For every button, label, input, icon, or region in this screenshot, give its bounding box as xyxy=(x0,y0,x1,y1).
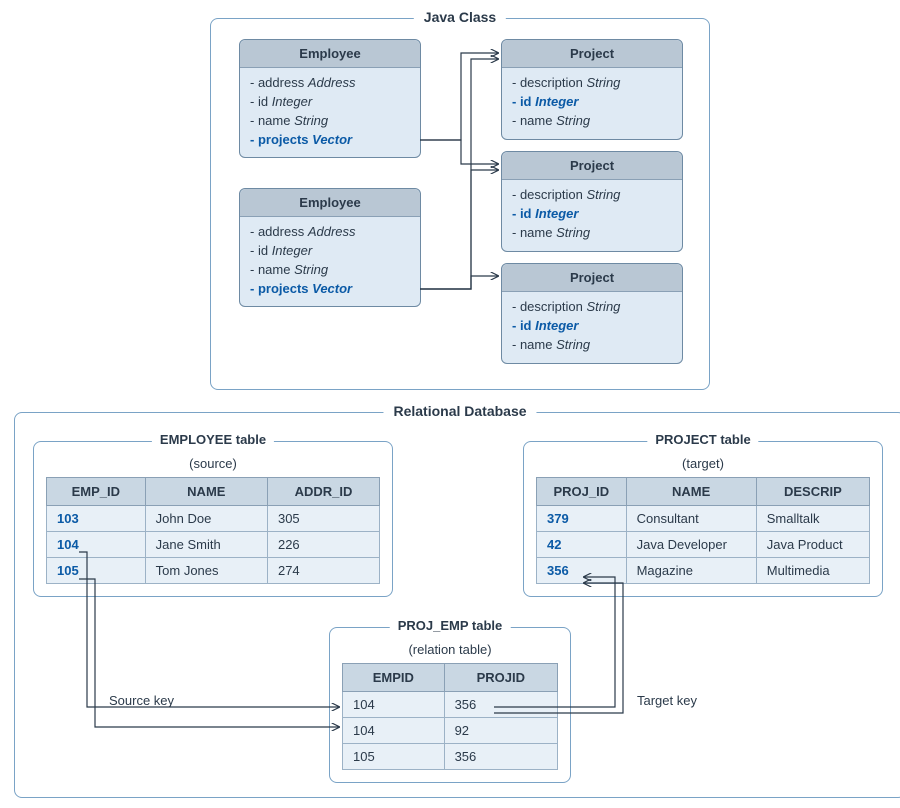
table-row: 105 Tom Jones 274 xyxy=(47,558,380,584)
class-attr: - description String xyxy=(512,74,672,93)
cell: 92 xyxy=(444,718,557,744)
java-class-panel-title: Java Class xyxy=(414,9,506,25)
cell: Smalltalk xyxy=(756,506,869,532)
cell-key: 356 xyxy=(537,558,627,584)
table-row: 104 356 xyxy=(343,692,558,718)
cell: 356 xyxy=(444,744,557,770)
cell: Consultant xyxy=(626,506,756,532)
cell: 104 xyxy=(343,718,445,744)
table-row: 379 Consultant Smalltalk xyxy=(537,506,870,532)
source-key-label: Source key xyxy=(109,693,174,708)
cell-key: 42 xyxy=(537,532,627,558)
class-title: Project xyxy=(502,264,682,292)
class-title: Employee xyxy=(240,189,420,217)
projemp-table-panel: PROJ_EMP table (relation table) EMPID PR… xyxy=(329,627,571,783)
class-attr: - name String xyxy=(512,336,672,355)
class-attr: - name String xyxy=(250,261,410,280)
cell: 274 xyxy=(267,558,379,584)
class-employee-2: Employee - address Address - id Integer … xyxy=(239,188,421,307)
project-table-subtitle: (target) xyxy=(536,456,870,471)
employee-table-title: EMPLOYEE table xyxy=(152,432,274,447)
cell: Tom Jones xyxy=(145,558,267,584)
cell-key: 379 xyxy=(537,506,627,532)
cell: 356 xyxy=(444,692,557,718)
class-employee-1: Employee - address Address - id Integer … xyxy=(239,39,421,158)
table-row: 103 John Doe 305 xyxy=(47,506,380,532)
cell-key: 103 xyxy=(47,506,146,532)
relational-db-panel-title: Relational Database xyxy=(383,403,536,419)
class-project-1: Project - description String - id Intege… xyxy=(501,39,683,140)
target-key-label: Target key xyxy=(637,693,697,708)
class-attr-highlight: - id Integer xyxy=(512,93,672,112)
col-header: PROJID xyxy=(444,664,557,692)
class-title: Project xyxy=(502,40,682,68)
project-table: PROJ_ID NAME DESCRIP 379 Consultant Smal… xyxy=(536,477,870,584)
projemp-table-title: PROJ_EMP table xyxy=(390,618,511,633)
projemp-table-subtitle: (relation table) xyxy=(342,642,558,657)
cell-key: 105 xyxy=(47,558,146,584)
cell: 104 xyxy=(343,692,445,718)
col-header: NAME xyxy=(626,478,756,506)
cell: Magazine xyxy=(626,558,756,584)
projemp-table: EMPID PROJID 104 356 104 92 105 356 xyxy=(342,663,558,770)
table-row: 42 Java Developer Java Product xyxy=(537,532,870,558)
java-class-panel: Java Class Employee - address Address - … xyxy=(210,18,710,390)
class-attr: - address Address xyxy=(250,74,410,93)
class-attr: - id Integer xyxy=(250,93,410,112)
cell-key: 104 xyxy=(47,532,146,558)
class-attr: - name String xyxy=(512,112,672,131)
cell: Java Developer xyxy=(626,532,756,558)
table-row: 105 356 xyxy=(343,744,558,770)
class-attr: - address Address xyxy=(250,223,410,242)
class-attr-highlight: - projects Vector xyxy=(250,280,410,299)
table-row: 104 Jane Smith 226 xyxy=(47,532,380,558)
col-header: EMPID xyxy=(343,664,445,692)
project-table-title: PROJECT table xyxy=(647,432,758,447)
col-header: NAME xyxy=(145,478,267,506)
cell: 305 xyxy=(267,506,379,532)
class-attr-highlight: - projects Vector xyxy=(250,131,410,150)
employee-table-panel: EMPLOYEE table (source) EMP_ID NAME ADDR… xyxy=(33,441,393,597)
cell: 105 xyxy=(343,744,445,770)
class-title: Employee xyxy=(240,40,420,68)
class-attr: - description String xyxy=(512,298,672,317)
col-header: DESCRIP xyxy=(756,478,869,506)
cell: Java Product xyxy=(756,532,869,558)
col-header: EMP_ID xyxy=(47,478,146,506)
cell: 226 xyxy=(267,532,379,558)
class-title: Project xyxy=(502,152,682,180)
col-header: PROJ_ID xyxy=(537,478,627,506)
table-row: 356 Magazine Multimedia xyxy=(537,558,870,584)
employee-table: EMP_ID NAME ADDR_ID 103 John Doe 305 104… xyxy=(46,477,380,584)
cell: Jane Smith xyxy=(145,532,267,558)
class-attr: - name String xyxy=(250,112,410,131)
class-project-3: Project - description String - id Intege… xyxy=(501,263,683,364)
col-header: ADDR_ID xyxy=(267,478,379,506)
class-attr-highlight: - id Integer xyxy=(512,317,672,336)
cell: Multimedia xyxy=(756,558,869,584)
employee-table-subtitle: (source) xyxy=(46,456,380,471)
class-attr: - name String xyxy=(512,224,672,243)
project-table-panel: PROJECT table (target) PROJ_ID NAME DESC… xyxy=(523,441,883,597)
table-row: 104 92 xyxy=(343,718,558,744)
class-project-2: Project - description String - id Intege… xyxy=(501,151,683,252)
class-attr: - description String xyxy=(512,186,672,205)
class-attr: - id Integer xyxy=(250,242,410,261)
relational-db-panel: Relational Database EMPLOYEE table (sour… xyxy=(14,412,900,798)
cell: John Doe xyxy=(145,506,267,532)
class-attr-highlight: - id Integer xyxy=(512,205,672,224)
